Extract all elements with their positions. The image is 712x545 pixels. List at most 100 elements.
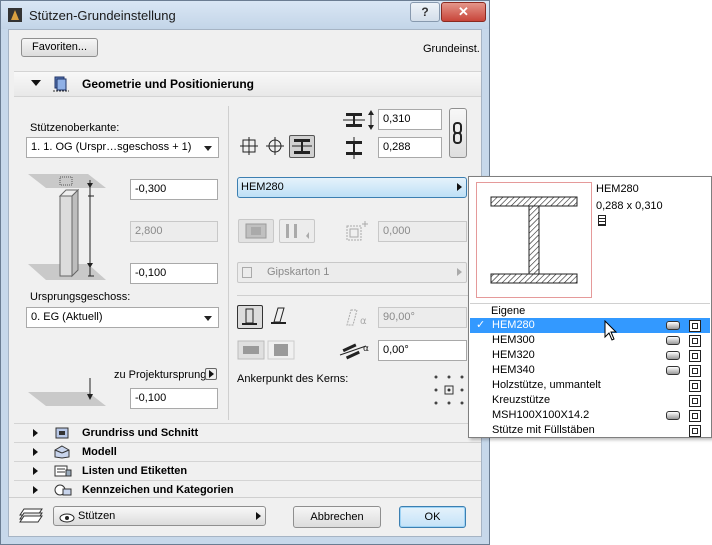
section-title-floorplan: Grundriss und Schnitt [82,427,199,439]
layer-value: Stützen [78,510,116,522]
slanted-column-button[interactable] [268,305,294,329]
preview-profile-size: 0,288 x 0,310 [596,200,663,212]
expand-triangle-icon[interactable] [33,486,38,494]
expand-triangle-icon[interactable] [33,467,38,475]
section-header-listing[interactable]: Listen und Etiketten [14,461,481,480]
profile-item-label: Kreuzstütze [492,394,551,406]
profile-item-fuellstaebe[interactable]: Stütze mit Füllstäben [470,423,710,438]
veneer-thickness-input[interactable]: 0,000 [378,221,467,242]
submenu-arrow-icon [457,183,462,191]
ok-button[interactable]: OK [399,506,466,528]
height-input[interactable]: 2,800 [130,221,218,242]
window-title: Stützen-Grundeinstellung [29,8,176,23]
home-story-dropdown[interactable]: 0. EG (Aktuell) [26,307,219,328]
depth-input[interactable]: 0,288 [378,137,442,158]
home-story-value: 0. EG (Aktuell) [31,311,103,323]
profile-item-hem280[interactable]: ✓ HEM280 [470,318,710,333]
section-header-geometry[interactable]: Geometrie und Positionierung [14,71,481,97]
bottom-offset-input[interactable]: -0,100 [130,263,218,284]
profile-preview [476,182,592,298]
width-icon [342,109,376,131]
divider [9,497,481,498]
default-label: Grundeinst. [423,43,480,55]
profile-item-label: Stütze mit Füllstäben [492,424,595,436]
section-title-listing: Listen und Etiketten [82,465,188,477]
layer-dropdown[interactable]: Stützen [53,506,266,526]
svg-text:α: α [363,344,369,354]
profile-column-button[interactable] [289,135,315,158]
profile-icon [666,351,680,360]
depth-icon [342,137,368,159]
column-icon [689,395,701,407]
top-link-label: Stützenoberkante: [30,122,120,134]
profile-icon [666,366,680,375]
profile-item-hem300[interactable]: HEM300 [470,333,710,348]
veneer-core-button[interactable] [238,219,274,243]
lock-ratio-button[interactable] [449,108,467,158]
profile-item-msh100[interactable]: MSH100X100X14.2 [470,408,710,423]
expand-triangle-icon[interactable] [33,429,38,437]
anchor-corner-icon[interactable] [240,137,258,155]
veneer-material-dropdown[interactable]: Gipskarton 1 [237,262,467,283]
vertical-column-button[interactable] [237,305,263,329]
expand-triangle-icon[interactable] [33,448,38,456]
cancel-button[interactable]: Abbrechen [293,506,381,528]
section-header-floorplan[interactable]: Grundriss und Schnitt [14,423,481,442]
column-profile-icon [598,215,606,226]
section-title-model: Modell [82,446,117,458]
profile-icon [666,336,680,345]
column-icon [689,320,701,332]
svg-text:α: α [360,316,367,327]
veneer-type-button[interactable] [279,219,315,243]
material-swatch-icon [242,267,252,278]
top-link-dropdown[interactable]: 1. 1. OG (Urspr…sgeschoss + 1) [26,137,219,158]
project-zero-label: zu Projekturs­prung [114,369,207,381]
profile-item-label: HEM280 [492,319,535,331]
mouse-cursor-icon [604,319,618,342]
column-icon [689,425,701,437]
geometry-icon [52,76,69,92]
top-offset-input[interactable]: -0,300 [130,179,218,200]
profile-item-label: HEM320 [492,349,535,361]
profile-item-kreuzstuetze[interactable]: Kreuzstütze [470,393,710,408]
profile-item-hem320[interactable]: HEM320 [470,348,710,363]
column-icon [689,380,701,392]
profile-value: HEM280 [241,181,284,193]
layer-icon [18,507,44,523]
profile-icon [666,411,680,420]
chevron-down-icon [204,146,212,151]
help-button[interactable]: ? [410,2,440,22]
section-header-model[interactable]: Modell [14,442,481,461]
collapse-triangle-icon[interactable] [31,80,41,86]
rotation-icon: α [338,340,374,362]
app-icon [8,8,22,22]
floorplan-icon [54,426,70,440]
anchor-point-label: Ankerpunkt des Kerns: [237,373,349,385]
eye-icon [59,511,75,523]
submenu-arrow-icon [457,268,462,276]
chevron-down-icon [204,316,212,321]
project-zero-input[interactable]: -0,100 [130,388,218,409]
width-input[interactable]: 0,310 [378,109,442,130]
core-anchor-grid[interactable] [432,373,466,407]
profile-item-hem340[interactable]: HEM340 [470,363,710,378]
close-button[interactable]: ✕ [441,2,486,22]
submenu-arrow-icon [256,512,261,520]
profile-item-holzstuetze[interactable]: Holzstütze, ummantelt [470,378,710,393]
profile-popup-menu: HEM280 0,288 x 0,310 Eigene ✓ HEM280 HEM… [468,176,712,438]
favorites-button[interactable]: Favoriten... [21,38,98,57]
wrapping-buttons[interactable] [237,338,295,362]
profile-item-label: HEM340 [492,364,535,376]
section-title-geometry: Geometrie und Positionierung [82,77,255,91]
play-arrow-icon [209,370,214,378]
listing-icon [54,464,72,478]
rotation-input[interactable]: 0,00° [378,340,467,361]
slant-angle-input[interactable]: 90,00° [378,307,467,328]
column-icon [689,410,701,422]
anchor-center-icon[interactable] [266,137,284,155]
veneer-thickness-icon [343,219,373,243]
profile-dropdown[interactable]: HEM280 [237,177,467,198]
project-zero-toggle[interactable] [205,368,217,380]
profile-group-label: Eigene [491,305,526,317]
check-mark-icon: ✓ [476,319,486,331]
